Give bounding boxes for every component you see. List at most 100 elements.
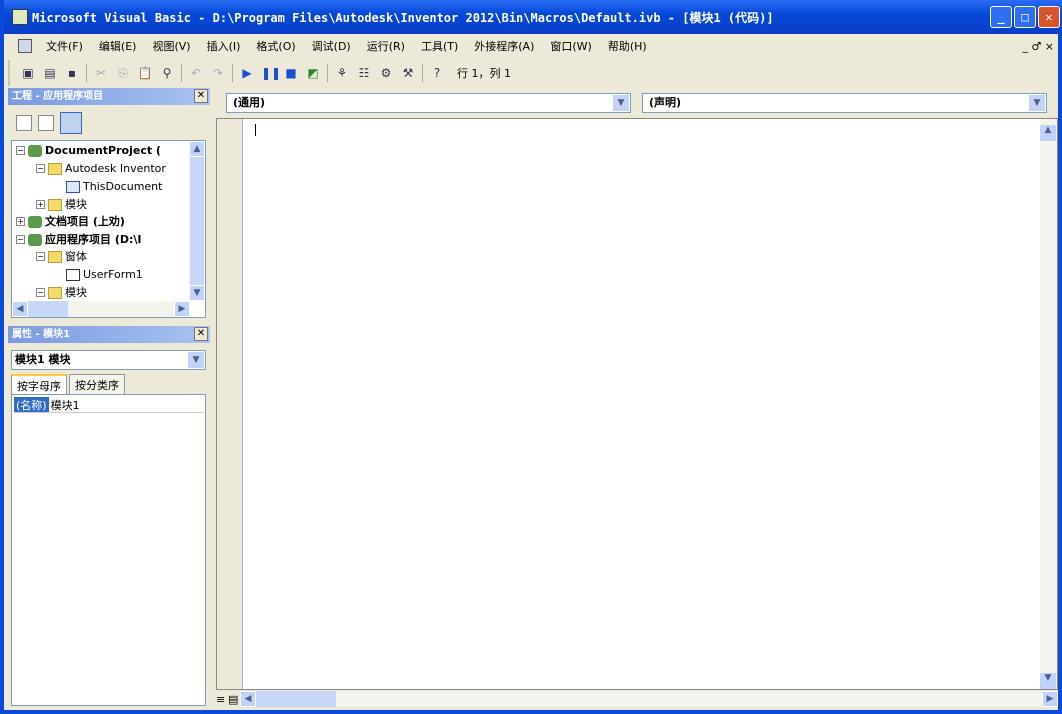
paste-icon[interactable]: 📋: [137, 65, 153, 81]
code-editor[interactable]: ▲ ▼: [216, 118, 1058, 690]
run-icon[interactable]: ▶: [239, 65, 255, 81]
properties-title-text: 属性 - 模块1: [12, 329, 71, 340]
toolbox-icon[interactable]: ⚒: [400, 65, 416, 81]
editor-horizontal-scrollbar[interactable]: ◀ ▶: [240, 691, 1058, 707]
properties-window-icon[interactable]: ☷: [356, 65, 372, 81]
menu-debug[interactable]: 调试(D): [304, 38, 359, 54]
cursor-position: 行 1，列 1: [457, 67, 511, 80]
menu-format[interactable]: 格式(O): [248, 38, 303, 54]
chevron-down-icon[interactable]: ▼: [1029, 95, 1045, 111]
scroll-thumb[interactable]: [256, 691, 336, 707]
copy-icon[interactable]: ⎘: [115, 65, 131, 81]
tree-label: ThisDocument: [83, 180, 163, 193]
margin-indicator-bar[interactable]: [217, 119, 243, 689]
tree-node[interactable]: − DocumentProject (: [16, 142, 161, 159]
project-explorer-toolbar: [8, 108, 210, 138]
editor-vertical-scrollbar[interactable]: ▲ ▼: [1040, 119, 1057, 689]
menu-run[interactable]: 运行(R): [359, 38, 413, 54]
object-browser-icon[interactable]: ⚙: [378, 65, 394, 81]
procedure-select-value: (声明): [649, 96, 682, 109]
tree-node[interactable]: UserForm1: [66, 266, 143, 283]
tree-node[interactable]: − 模块: [36, 284, 87, 301]
tree-vertical-scrollbar[interactable]: ▲ ▼: [189, 141, 205, 301]
menu-tools[interactable]: 工具(T): [413, 38, 466, 54]
project-icon: [28, 215, 42, 228]
cut-icon[interactable]: ✂: [93, 65, 109, 81]
scroll-left-icon[interactable]: ◀: [12, 301, 28, 317]
title-bar: Microsoft Visual Basic - D:\Program File…: [4, 0, 1062, 34]
vba-window: Microsoft Visual Basic - D:\Program File…: [0, 0, 1062, 714]
folder-icon: [48, 162, 62, 175]
selected-object: 模块1 模块: [15, 353, 71, 366]
scroll-down-icon[interactable]: ▼: [189, 285, 205, 301]
tree-node[interactable]: ThisDocument: [66, 178, 162, 195]
property-row[interactable]: (名称) 模块1: [14, 397, 203, 413]
menu-addins[interactable]: 外接程序(A): [466, 38, 542, 54]
menu-file[interactable]: 文件(F): [38, 38, 91, 54]
tree-label: UserForm1: [83, 268, 143, 281]
maximize-button[interactable]: □: [1014, 6, 1036, 28]
object-select-value: (通用): [233, 96, 266, 109]
insert-module-icon[interactable]: ▤: [42, 65, 58, 81]
tab-categorized[interactable]: 按分类序: [69, 374, 125, 396]
document-icon: [66, 180, 80, 193]
tree-node[interactable]: − Autodesk Inventor: [36, 160, 166, 177]
tree-node[interactable]: − 应用程序项目 (D:\I: [16, 231, 142, 248]
view-host-icon[interactable]: ▣: [20, 65, 36, 81]
full-module-view-icon[interactable]: ▤: [228, 693, 240, 706]
reset-icon[interactable]: ■: [283, 65, 299, 81]
break-icon[interactable]: ❚❚: [261, 65, 281, 81]
procedure-select[interactable]: (声明) ▼: [642, 93, 1047, 113]
module-system-icon[interactable]: [18, 39, 32, 53]
save-icon[interactable]: ▪: [64, 65, 80, 81]
view-object-button[interactable]: [38, 115, 54, 131]
find-icon[interactable]: ⚲: [159, 65, 175, 81]
properties-title: 属性 - 模块1 ✕: [8, 326, 210, 343]
code-window: (通用) ▼ (声明) ▼ ▲ ▼ ≡ ▤ ◀ ▶: [216, 90, 1058, 708]
window-title: Microsoft Visual Basic - D:\Program File…: [32, 10, 774, 25]
chevron-down-icon[interactable]: ▼: [188, 352, 204, 368]
scroll-up-icon[interactable]: ▲: [1040, 125, 1056, 141]
project-icon: [28, 144, 42, 157]
chevron-down-icon[interactable]: ▼: [613, 95, 629, 111]
standard-toolbar: ▣ ▤ ▪ ✂ ⎘ 📋 ⚲ ↶ ↷ ▶ ❚❚ ■ ◩ ⚘ ☷ ⚙ ⚒ ? 行 1…: [8, 60, 768, 86]
menu-insert[interactable]: 插入(I): [199, 38, 249, 54]
project-tree: − DocumentProject ( − Autodesk Inventor Th…: [11, 140, 206, 318]
tree-node[interactable]: + 模块: [36, 196, 87, 213]
project-explorer-icon[interactable]: ⚘: [334, 65, 350, 81]
tree-label: 模块: [65, 198, 87, 211]
toggle-folders-button[interactable]: [60, 112, 82, 134]
scroll-thumb[interactable]: [28, 301, 68, 317]
close-button[interactable]: ✕: [1038, 6, 1060, 28]
tree-label: 模块: [65, 286, 87, 299]
scroll-right-icon[interactable]: ▶: [174, 301, 190, 317]
object-select[interactable]: (通用) ▼: [226, 93, 631, 113]
tree-node[interactable]: − 窗体: [36, 248, 87, 265]
close-properties-button[interactable]: ✕: [194, 327, 208, 341]
menu-edit[interactable]: 编辑(E): [91, 38, 145, 54]
undo-icon[interactable]: ↶: [188, 65, 204, 81]
scroll-thumb[interactable]: [190, 157, 204, 285]
scroll-down-icon[interactable]: ▼: [1040, 673, 1056, 689]
scroll-left-icon[interactable]: ◀: [240, 691, 256, 707]
design-mode-icon[interactable]: ◩: [305, 65, 321, 81]
scroll-right-icon[interactable]: ▶: [1042, 691, 1058, 707]
view-code-button[interactable]: [16, 115, 32, 131]
menu-help[interactable]: 帮助(H): [600, 38, 655, 54]
property-name: (名称): [14, 397, 49, 412]
menu-window[interactable]: 窗口(W): [542, 38, 599, 54]
tree-node[interactable]: + 文档项目 (上劝): [16, 213, 125, 230]
property-value[interactable]: 模块1: [49, 397, 80, 412]
minimize-button[interactable]: _: [990, 6, 1012, 28]
procedure-view-icon[interactable]: ≡: [216, 693, 228, 706]
redo-icon[interactable]: ↷: [210, 65, 226, 81]
tree-horizontal-scrollbar[interactable]: ◀ ▶: [12, 301, 190, 317]
menu-view[interactable]: 视图(V): [144, 38, 198, 54]
tree-label: 应用程序项目 (D:\I: [45, 233, 142, 246]
mdi-controls[interactable]: _ ♂ ×: [1022, 40, 1054, 53]
help-icon[interactable]: ?: [429, 65, 445, 81]
scroll-up-icon[interactable]: ▲: [189, 141, 205, 157]
properties-object-select[interactable]: 模块1 模块 ▼: [11, 350, 206, 370]
tab-alphabetic[interactable]: 按字母序: [11, 374, 67, 396]
close-project-explorer-button[interactable]: ✕: [194, 89, 208, 103]
